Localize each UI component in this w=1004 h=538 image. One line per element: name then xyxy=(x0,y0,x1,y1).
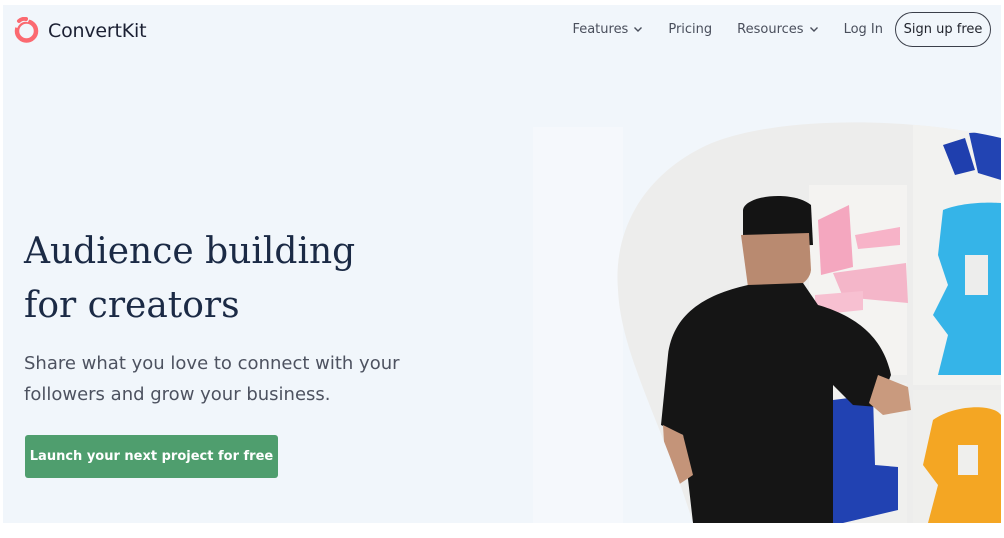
nav-item-label: Resources xyxy=(737,21,804,37)
hero-photo xyxy=(617,122,1001,523)
backdrop-panel xyxy=(533,127,623,523)
nav-item-label: Features xyxy=(572,21,629,37)
nav-item-features[interactable]: Features xyxy=(572,22,643,37)
hero-subtext-line-2: followers and grow your business. xyxy=(24,384,331,405)
brand-logo[interactable]: ConvertKit xyxy=(13,17,147,44)
chevron-down-icon xyxy=(634,27,643,32)
landing-page: ConvertKit Features Pricing Resources Lo… xyxy=(3,5,1001,523)
main-nav: Features Pricing Resources Log In Sign u… xyxy=(572,5,1001,53)
nav-item-login[interactable]: Log In xyxy=(844,22,883,37)
hero-headline: Audience building for creators xyxy=(24,225,444,333)
nav-item-label: Pricing xyxy=(668,21,713,37)
hero-headline-line-2: for creators xyxy=(24,285,240,326)
nav-item-resources[interactable]: Resources xyxy=(737,22,818,37)
hero-subtext: Share what you love to connect with your… xyxy=(24,348,424,410)
convertkit-logo-icon xyxy=(13,17,39,43)
brand-name: ConvertKit xyxy=(48,19,147,42)
nav-item-pricing[interactable]: Pricing xyxy=(668,22,712,37)
hero-subtext-line-1: Share what you love to connect with your xyxy=(24,353,400,374)
hero-headline-line-1: Audience building xyxy=(24,231,356,272)
signup-button[interactable]: Sign up free xyxy=(895,11,991,47)
launch-project-button[interactable]: Launch your next project for free xyxy=(25,435,278,478)
nav-item-label: Log In xyxy=(843,21,883,37)
chevron-down-icon xyxy=(809,27,818,32)
